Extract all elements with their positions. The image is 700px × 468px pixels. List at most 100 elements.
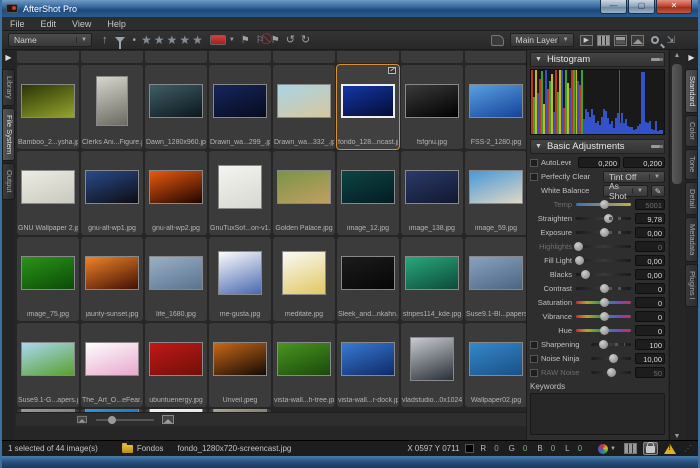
thumbnail-image[interactable] bbox=[21, 342, 75, 376]
thumbnail-image[interactable] bbox=[218, 165, 262, 209]
thumbnail-image[interactable] bbox=[405, 256, 459, 290]
thumbnail-cell[interactable]: FSS-2_1280.jpg bbox=[465, 65, 527, 149]
rotate-right-icon[interactable]: ↻ bbox=[301, 33, 310, 47]
thumbnail-image[interactable] bbox=[85, 256, 139, 290]
sidebar-tab-file-system[interactable]: File System bbox=[2, 108, 15, 161]
pin-icon[interactable] bbox=[651, 145, 660, 148]
thumbnail-cell[interactable]: Bamboo_2...ysha.jpg bbox=[17, 65, 79, 149]
thumbnail-cell[interactable]: GnuTuxSof...on-v1.jpg bbox=[209, 151, 271, 235]
color-profile-icon[interactable] bbox=[598, 444, 608, 454]
exposure-slider[interactable] bbox=[576, 231, 631, 234]
noise-ninja-slider[interactable] bbox=[591, 357, 631, 360]
hue-slider[interactable] bbox=[576, 329, 631, 332]
fullscreen-icon[interactable]: ⇲ bbox=[667, 35, 675, 46]
warning-icon[interactable] bbox=[664, 444, 676, 454]
sidebar-tab-output[interactable]: Output bbox=[2, 163, 15, 200]
straighten-handle[interactable] bbox=[604, 214, 613, 223]
thumbnail-image[interactable] bbox=[405, 84, 459, 118]
fill-light-value[interactable]: 0,00 bbox=[635, 255, 665, 266]
no-rating-icon[interactable]: • bbox=[133, 35, 137, 46]
thumbnail-cell[interactable]: meditate.jpg bbox=[273, 237, 335, 321]
thumbnail-image[interactable] bbox=[149, 170, 203, 204]
hue-handle[interactable] bbox=[600, 326, 609, 335]
temp-slider[interactable] bbox=[576, 203, 631, 206]
filter-icon[interactable] bbox=[115, 37, 125, 43]
thumbnail-image[interactable] bbox=[21, 84, 75, 118]
thumbnail-cell[interactable] bbox=[401, 51, 463, 63]
thumbnail-image[interactable] bbox=[341, 342, 395, 376]
thumbnail-cell[interactable] bbox=[337, 51, 399, 63]
flag-pick-icon[interactable]: ⚑ bbox=[241, 35, 250, 46]
histogram-header[interactable]: ▼ Histogram bbox=[530, 52, 665, 67]
menu-file[interactable]: File bbox=[2, 19, 33, 29]
thumbnail-cell[interactable]: Golden Palace.jpg bbox=[273, 151, 335, 235]
star-3-icon[interactable]: ★ bbox=[167, 33, 178, 47]
scroll-up-icon[interactable]: ▲ bbox=[670, 50, 684, 62]
raw-noise-handle[interactable] bbox=[607, 368, 616, 377]
layer-page-icon[interactable] bbox=[491, 35, 504, 46]
chevron-down-icon[interactable]: ▼ bbox=[610, 446, 616, 452]
thumbnail-image[interactable] bbox=[469, 256, 523, 290]
thumbnail-cell[interactable]: Suse9.1-Bl...papers.jpg bbox=[465, 237, 527, 321]
small-thumb-icon[interactable] bbox=[77, 416, 87, 423]
pin-icon[interactable] bbox=[651, 58, 660, 61]
thumbnail-cell[interactable]: vista-wall...h-tree.jpg bbox=[273, 323, 335, 407]
thumbnail-image[interactable] bbox=[277, 84, 331, 118]
thumbnail-cell[interactable]: Drawn_wa...299_.jpg bbox=[209, 65, 271, 149]
thumbnail-cell[interactable]: The_Art_O...eFear.jpg bbox=[81, 323, 143, 407]
white-balance-dropdown[interactable]: As Shot ▼ bbox=[603, 185, 648, 197]
thumb-size-handle[interactable] bbox=[108, 416, 116, 424]
noise-ninja-value[interactable]: 10,00 bbox=[635, 353, 665, 364]
raw-noise-slider[interactable] bbox=[591, 371, 631, 374]
thumbnail-image[interactable] bbox=[218, 251, 262, 295]
blacks-handle[interactable] bbox=[581, 270, 590, 279]
perfectly-clear-checkbox[interactable] bbox=[530, 173, 538, 181]
menu-help[interactable]: Help bbox=[99, 19, 134, 29]
panel-scrollbar[interactable]: ▲ ▼ bbox=[669, 50, 684, 440]
saturation-value[interactable]: 0 bbox=[635, 297, 665, 308]
thumbnail-image[interactable] bbox=[149, 256, 203, 290]
highlights-slider[interactable] bbox=[576, 245, 631, 248]
fill-light-slider[interactable] bbox=[576, 259, 631, 262]
vibrance-slider[interactable] bbox=[576, 315, 631, 318]
star-1-icon[interactable]: ★ bbox=[141, 33, 152, 47]
thumbnail-image[interactable] bbox=[341, 170, 395, 204]
keywords-input[interactable] bbox=[530, 393, 665, 435]
color-label-swatch[interactable] bbox=[210, 35, 226, 45]
autolevel-value-1[interactable]: 0,200 bbox=[578, 157, 620, 168]
slideshow-icon[interactable] bbox=[580, 35, 593, 46]
autolevel-value-2[interactable]: 0,200 bbox=[623, 157, 665, 168]
scroll-thumb[interactable] bbox=[672, 64, 682, 184]
star-4-icon[interactable]: ★ bbox=[179, 33, 190, 47]
thumbnail-image[interactable] bbox=[149, 342, 203, 376]
eyedropper-icon[interactable]: ✎ bbox=[651, 185, 665, 197]
thumbnail-cell[interactable]: GNU Wallpaper 2.jpg bbox=[17, 151, 79, 235]
thumbnail-image[interactable] bbox=[149, 84, 203, 118]
fill-light-handle[interactable] bbox=[575, 256, 584, 265]
lock-toggle[interactable] bbox=[643, 442, 658, 455]
thumbnail-image[interactable] bbox=[85, 170, 139, 204]
thumbnail-view-icon[interactable] bbox=[597, 35, 610, 46]
thumbnail-cell[interactable]: Sleek_and...nkahn.jpg bbox=[337, 237, 399, 321]
collapse-right-icon[interactable]: ▶ bbox=[685, 50, 698, 67]
resize-grip[interactable]: ⋰ bbox=[684, 444, 692, 453]
thumbnail-image[interactable] bbox=[282, 251, 326, 295]
exposure-handle[interactable] bbox=[600, 228, 609, 237]
thumbnail-image[interactable] bbox=[341, 84, 395, 118]
thumbnail-cell[interactable]: Dawn_1280x960.jpg bbox=[145, 65, 207, 149]
sharpening-slider[interactable] bbox=[591, 343, 631, 346]
collapse-left-icon[interactable]: ▶ bbox=[2, 50, 15, 67]
panel-tab-tone[interactable]: Tone bbox=[685, 149, 698, 179]
thumbnail-image[interactable] bbox=[21, 170, 75, 204]
straighten-value[interactable]: 9,78 bbox=[635, 213, 665, 224]
blacks-slider[interactable] bbox=[576, 273, 631, 276]
flag-clear-icon[interactable]: ⚑⃠ bbox=[271, 35, 280, 46]
star-5-icon[interactable]: ★ bbox=[192, 33, 203, 47]
menu-edit[interactable]: Edit bbox=[33, 19, 65, 29]
layer-dropdown[interactable]: Main Layer ▼ bbox=[510, 33, 574, 47]
noise-ninja-handle[interactable] bbox=[609, 354, 618, 363]
thumbnail-cell[interactable]: Drawn_wa...332_.jpg bbox=[273, 65, 335, 149]
minimize-button[interactable]: — bbox=[600, 0, 627, 14]
contrast-value[interactable]: 0 bbox=[635, 283, 665, 294]
thumbnail-cell[interactable]: vista-wall...r-dock.jpg bbox=[337, 323, 399, 407]
